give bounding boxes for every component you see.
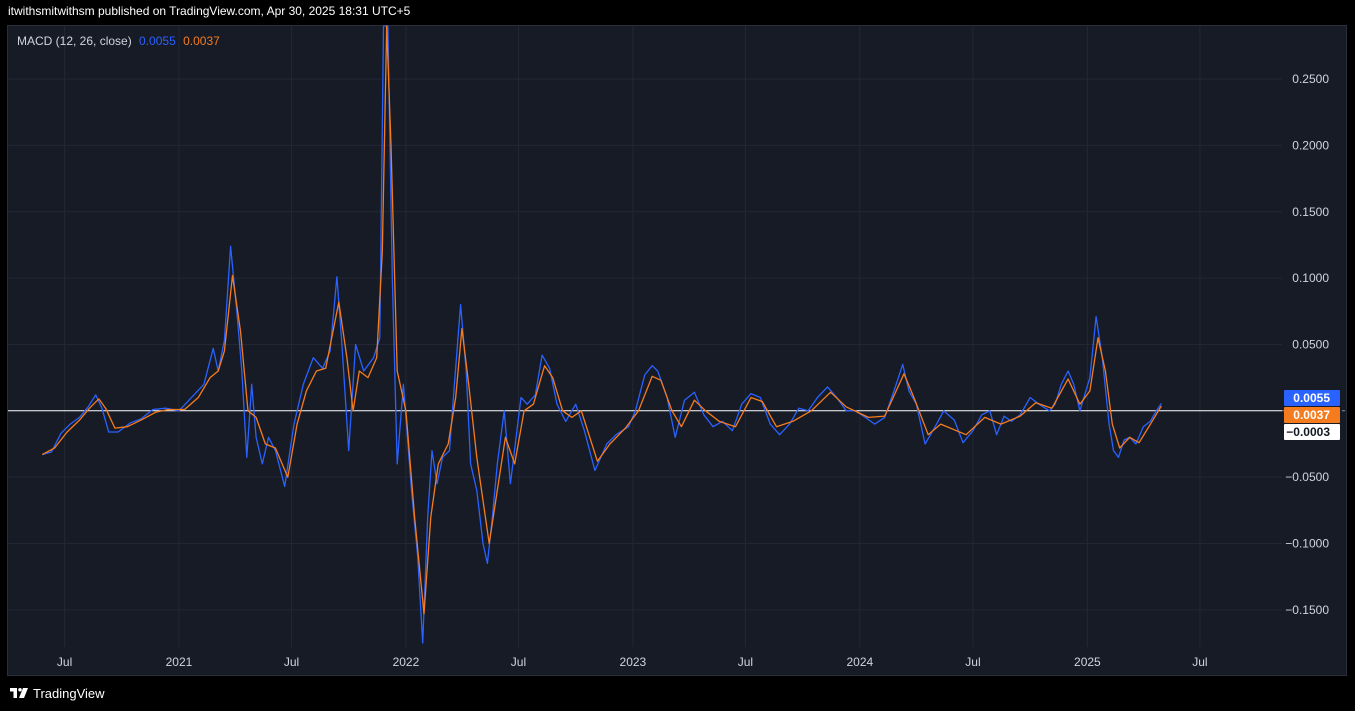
tradingview-footer[interactable]: TradingView xyxy=(9,684,105,702)
x-tick-label: Jul xyxy=(1192,655,1207,669)
macd-chart[interactable]: 0.2500 0.2000 0.1500 0.1000 0.0500 −0.0500 −0.… xyxy=(0,0,1355,711)
series-layer xyxy=(41,25,1162,644)
price-label-signal: 0.0037 xyxy=(1284,407,1340,423)
x-axis[interactable]: Jul 2021 Jul 2022 Jul 2023 Jul 2024 Jul 2025 Jul xyxy=(57,655,1208,669)
y-tick-label: −0.0500 xyxy=(1285,470,1329,484)
macd-value: 0.0055 xyxy=(139,34,176,48)
x-tick-label: Jul xyxy=(738,655,753,669)
x-tick-label: Jul xyxy=(57,655,72,669)
series-signal-line xyxy=(41,25,1162,615)
y-tick-label: 0.2500 xyxy=(1292,72,1329,86)
indicator-legend[interactable]: MACD (12, 26, close) 0.0055 0.0037 xyxy=(17,34,220,48)
price-label-histogram: −0.0003 xyxy=(1284,424,1340,440)
x-tick-label: 2021 xyxy=(166,655,193,669)
x-tick-label: 2025 xyxy=(1074,655,1101,669)
y-tick-label: −0.1000 xyxy=(1285,537,1329,551)
tradingview-logo-icon xyxy=(10,688,28,698)
x-tick-label: 2023 xyxy=(620,655,647,669)
signal-value: 0.0037 xyxy=(183,34,220,48)
y-tick-label: −0.1500 xyxy=(1285,603,1329,617)
y-tick-label: 0.1000 xyxy=(1292,271,1329,285)
price-label-text: −0.0003 xyxy=(1286,425,1330,439)
x-tick-label: 2022 xyxy=(393,655,420,669)
chart-grid xyxy=(8,26,1346,647)
y-tick-label: 0.1500 xyxy=(1292,205,1329,219)
series-macd-line xyxy=(42,25,1162,644)
x-tick-label: Jul xyxy=(965,655,980,669)
y-tick-label: 0.0500 xyxy=(1292,337,1329,351)
price-label-macd: 0.0055 xyxy=(1284,390,1340,406)
price-label-text: 0.0037 xyxy=(1293,408,1330,422)
tradingview-brand: TradingView xyxy=(33,685,105,701)
x-tick-label: Jul xyxy=(511,655,526,669)
y-axis[interactable]: 0.2500 0.2000 0.1500 0.1000 0.0500 −0.0500 −0.… xyxy=(1285,72,1329,617)
price-label-text: 0.0055 xyxy=(1293,391,1330,405)
x-tick-label: 2024 xyxy=(846,655,873,669)
indicator-label: MACD (12, 26, close) xyxy=(17,34,132,48)
price-labels: 0.0055 0.0037 −0.0003 xyxy=(1284,390,1340,440)
y-tick-label: 0.2000 xyxy=(1292,138,1329,152)
x-tick-label: Jul xyxy=(284,655,299,669)
